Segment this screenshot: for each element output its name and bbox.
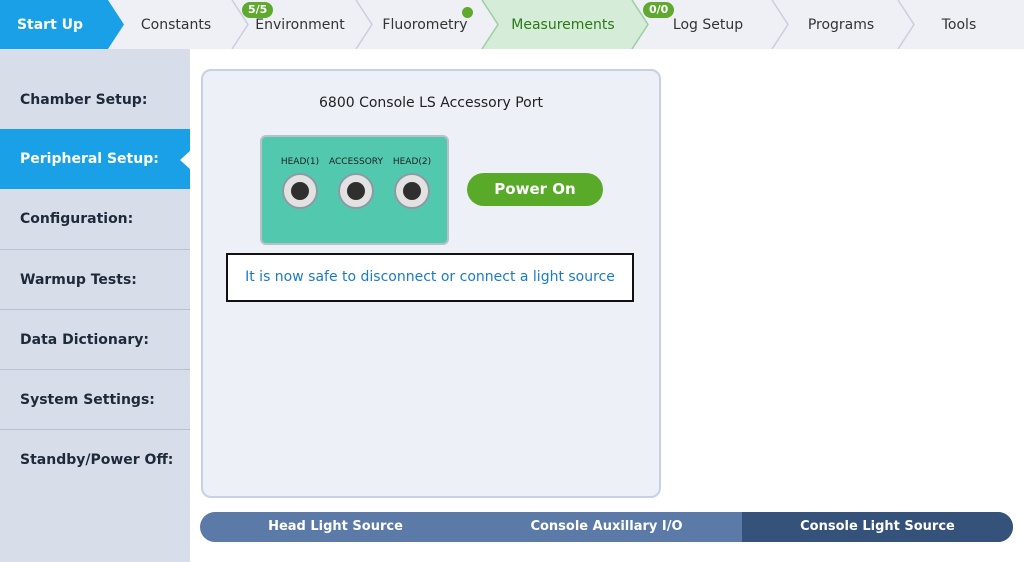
head2-port-icon bbox=[394, 173, 430, 209]
sidebar-item-label: Warmup Tests: bbox=[20, 272, 137, 288]
sidebar: Chamber Setup: Peripheral Setup: Configu… bbox=[0, 49, 190, 562]
sidebar-item-label: Configuration: bbox=[20, 211, 134, 227]
sidebar-item-peripheral-setup[interactable]: Peripheral Setup: bbox=[0, 129, 190, 189]
sidebar-item-warmup-tests[interactable]: Warmup Tests: bbox=[0, 249, 190, 309]
sidebar-item-label: Standby/Power Off: bbox=[20, 452, 174, 468]
sidebar-item-label: System Settings: bbox=[20, 392, 155, 408]
sidebar-item-chamber-setup[interactable]: Chamber Setup: bbox=[0, 70, 190, 130]
top-navigation: Start Up Constants Environment 5/5 Fluor… bbox=[0, 0, 1024, 49]
selection-pointer bbox=[180, 151, 190, 169]
nav-separator bbox=[771, 0, 789, 49]
light-source-tabs: Head Light Source Console Auxillary I/O … bbox=[200, 512, 1013, 542]
sidebar-item-label: Peripheral Setup: bbox=[20, 151, 159, 167]
tab-head-light-source[interactable]: Head Light Source bbox=[200, 512, 471, 542]
port-label-head1: HEAD(1) bbox=[280, 157, 320, 167]
tab-console-auxillary-io[interactable]: Console Auxillary I/O bbox=[471, 512, 742, 542]
power-on-button[interactable]: Power On bbox=[467, 173, 603, 206]
head1-port-icon bbox=[282, 173, 318, 209]
accessory-port-icon bbox=[338, 173, 374, 209]
safe-to-connect-message: It is now safe to disconnect or connect … bbox=[226, 253, 634, 302]
fluorometry-status-dot bbox=[462, 7, 473, 18]
nav-separator bbox=[897, 0, 915, 49]
sidebar-item-standby-power-off[interactable]: Standby/Power Off: bbox=[0, 429, 190, 489]
tab-console-light-source[interactable]: Console Light Source bbox=[742, 512, 1013, 542]
port-label-accessory: ACCESSORY bbox=[329, 157, 383, 167]
tab-constants[interactable]: Constants bbox=[124, 0, 228, 49]
sidebar-item-configuration[interactable]: Configuration: bbox=[0, 189, 190, 249]
sidebar-item-system-settings[interactable]: System Settings: bbox=[0, 369, 190, 429]
accessory-port-diagram: HEAD(1) ACCESSORY HEAD(2) bbox=[260, 135, 449, 245]
sidebar-item-data-dictionary[interactable]: Data Dictionary: bbox=[0, 309, 190, 369]
nav-separator bbox=[355, 0, 373, 49]
tab-programs[interactable]: Programs bbox=[788, 0, 894, 49]
environment-count-badge: 5/5 bbox=[242, 2, 274, 18]
tab-tools[interactable]: Tools bbox=[914, 0, 1004, 49]
log-setup-count-badge: 0/0 bbox=[643, 2, 675, 18]
accessory-port-panel: 6800 Console LS Accessory Port HEAD(1) A… bbox=[201, 69, 661, 498]
tab-fluorometry[interactable]: Fluorometry bbox=[372, 0, 478, 49]
port-label-head2: HEAD(2) bbox=[392, 157, 432, 167]
tab-start-up[interactable]: Start Up bbox=[0, 0, 100, 49]
sidebar-item-label: Data Dictionary: bbox=[20, 332, 149, 348]
panel-title: 6800 Console LS Accessory Port bbox=[319, 95, 543, 111]
sidebar-item-label: Chamber Setup: bbox=[20, 92, 148, 108]
tab-measurements[interactable]: Measurements bbox=[498, 0, 628, 49]
